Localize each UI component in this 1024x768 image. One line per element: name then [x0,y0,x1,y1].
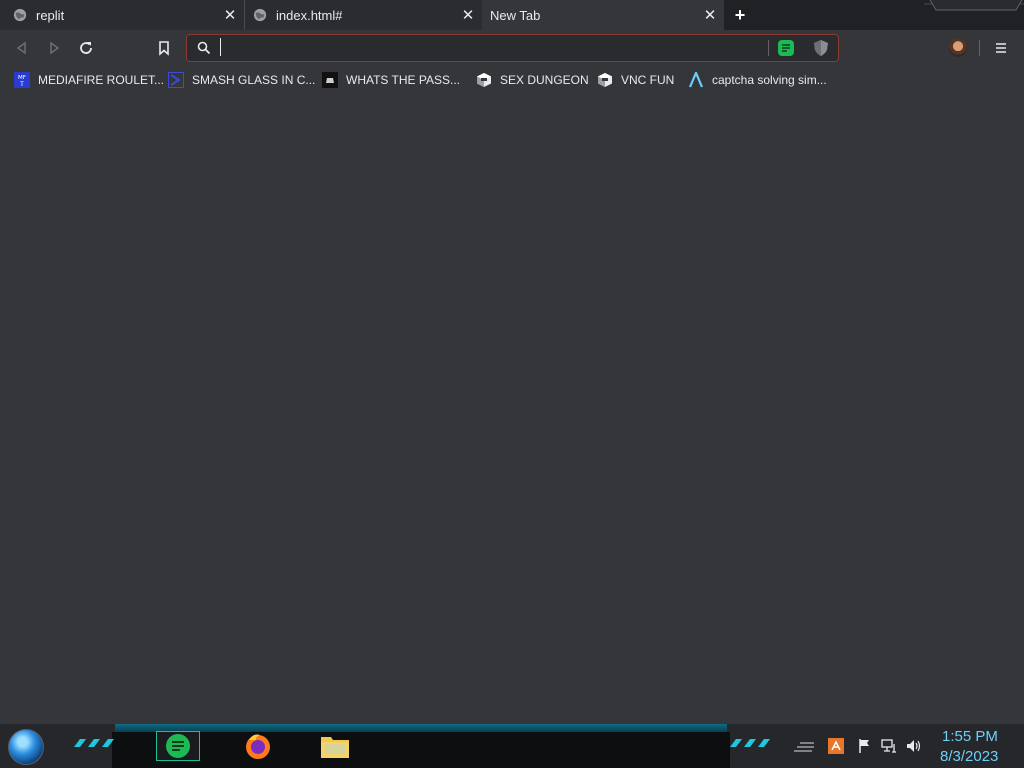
keyboard-icon[interactable] [792,738,816,754]
bookmark-label: MEDIAFIRE ROULET... [38,73,165,87]
taskbar-file-explorer-app[interactable] [313,731,357,761]
bookmark-label: captcha solving sim... [712,73,827,87]
bookmark-icon [159,41,169,56]
bookmark-sex-dungeon[interactable]: SEX DUNGEON [476,70,589,90]
start-button[interactable] [8,729,44,765]
window-frame-decoration [924,0,1024,11]
taskbar-firefox-app[interactable] [236,731,280,761]
network-icon[interactable] [881,738,897,754]
close-icon[interactable]: ✕ [460,7,476,24]
menu-icon[interactable] [992,39,1010,57]
cube-icon [598,73,612,87]
bookmark-smash-glass[interactable]: SMASH GLASS IN C... [168,70,315,90]
bookmark-label: SEX DUNGEON [500,73,589,87]
tab-replit[interactable]: replit ✕ [0,0,244,30]
shield-extension-icon[interactable] [812,39,830,57]
bookmark-label: WHATS THE PASS... [346,73,461,87]
dark-square-icon [322,72,338,88]
new-tab-page [0,94,1024,724]
clock-date[interactable]: 8/3/2023 [940,748,998,765]
bookmark-button[interactable] [154,38,174,58]
profile-avatar[interactable] [949,39,967,57]
bookmark-vnc-fun[interactable]: VNC FUN [597,70,674,90]
back-button[interactable] [12,38,32,58]
tab-title: index.html# [276,8,343,23]
decorative-chevrons-icon [74,739,114,747]
lambda-icon [688,72,704,88]
cube-icon [477,73,491,87]
forward-button[interactable] [44,38,64,58]
globe-icon [253,8,267,22]
address-input[interactable] [224,37,764,59]
notes-app-icon [166,734,190,758]
taskbar-notes-app[interactable] [156,731,200,761]
firefox-icon [246,734,270,759]
folder-icon [321,737,349,758]
search-icon [197,41,211,55]
close-icon[interactable]: ✕ [222,7,238,24]
tab-strip: replit ✕ index.html# ✕ New Tab ✕ + [0,0,1024,30]
chevron-bookmark-icon [168,72,184,88]
bookmark-label: SMASH GLASS IN C... [192,73,316,87]
taskbar-glow-stripe [115,724,727,732]
tab-title: New Tab [490,8,541,23]
globe-icon [13,8,27,22]
forward-icon [50,41,60,55]
volume-icon[interactable] [905,738,921,754]
toolbar-divider [979,40,980,56]
back-icon [16,41,26,55]
bookmark-whats-the-pass[interactable]: WHATS THE PASS... [322,70,460,90]
tab-new-tab[interactable]: New Tab ✕ [482,0,724,30]
text-caret [220,38,221,56]
tab-index-html[interactable]: index.html# ✕ [244,0,482,30]
notes-extension-icon[interactable] [777,39,795,57]
taskbar-app-band [112,732,730,768]
mft-icon: MF T [14,72,30,88]
action-center-flag-icon[interactable] [857,738,873,754]
close-icon[interactable]: ✕ [702,7,718,24]
svg-text:T: T [19,81,24,88]
tab-title: replit [36,8,65,23]
bookmark-mediafire-roulette[interactable]: MF T MEDIAFIRE ROULET... [14,70,164,90]
reload-icon [80,42,92,54]
bookmark-label: VNC FUN [621,73,675,87]
decorative-chevrons-icon [730,739,770,747]
app-tray-icon[interactable] [828,738,844,754]
omnibox-divider [768,40,769,56]
reload-button[interactable] [76,38,96,58]
bookmark-captcha-solving[interactable]: captcha solving sim... [688,70,827,90]
new-tab-button[interactable]: + [731,5,749,25]
clock-time[interactable]: 1:55 PM [942,728,998,745]
